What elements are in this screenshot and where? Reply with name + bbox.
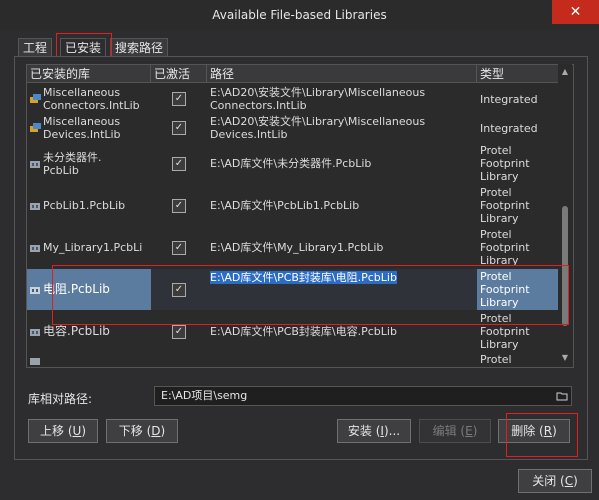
library-type: Protel Footprint Library — [480, 144, 530, 183]
install-button[interactable]: 安装 (I)... — [337, 419, 411, 443]
pcb-lib-icon — [30, 286, 40, 294]
library-table: 已安装的库 已激活 路径 类型 Miscellaneous Connectors… — [26, 64, 574, 368]
title-bar: Available File-based Libraries ✕ — [0, 0, 599, 30]
pcb-lib-icon — [30, 328, 40, 336]
library-path: E:\AD20\安装文件\Library\Miscellaneous Conne… — [210, 86, 426, 112]
library-type: Protel Footprint Library — [480, 270, 530, 309]
pcb-lib-icon — [30, 244, 40, 252]
move-down-button[interactable]: 下移 (D) — [106, 419, 178, 443]
library-type: Protel Footprint Library — [480, 186, 530, 225]
pcb-lib-icon — [30, 358, 40, 365]
library-name: 电容.PcbLib — [43, 324, 110, 338]
close-button[interactable]: 关闭 (C) — [518, 469, 592, 493]
active-checkbox[interactable]: ✓ — [172, 240, 186, 255]
active-checkbox[interactable]: ✓ — [172, 198, 186, 213]
browse-folder-icon[interactable] — [556, 390, 568, 402]
scroll-up-arrow-icon[interactable]: ▲ — [558, 66, 572, 78]
library-path: E:\AD库文件\PcbLib1.PcbLib — [210, 199, 360, 212]
pcb-lib-icon — [30, 202, 40, 210]
active-checkbox[interactable]: ✓ — [172, 282, 186, 297]
table-row[interactable]: My_Library1.PcbLi ✓ E:\AD库文件\My_Library1… — [27, 227, 559, 268]
library-path: E:\AD20\安装文件\Library\Miscellaneous Devic… — [210, 115, 426, 141]
active-checkbox[interactable]: ✓ — [172, 156, 186, 171]
integrated-lib-icon — [30, 94, 41, 103]
library-path[interactable]: E:\AD库文件\PCB封装库\电阻.PcbLib — [210, 271, 397, 284]
integrated-lib-icon — [30, 123, 41, 132]
table-row[interactable]: 电容.PcbLib ✓ E:\AD库文件\PCB封装库\电容.PcbLib Pr… — [27, 311, 559, 352]
table-row[interactable]: 未分类器件. PcbLib ✓ E:\AD库文件\未分类器件.PcbLib Pr… — [27, 143, 559, 184]
column-header-type[interactable]: 类型 — [477, 65, 559, 83]
column-header-active[interactable]: 已激活 — [151, 65, 207, 83]
column-header-installed[interactable]: 已安装的库 — [27, 65, 151, 83]
library-path: E:\AD库文件\My_Library1.PcbLib — [210, 241, 384, 254]
library-type: Protel Footprint Library — [480, 312, 530, 351]
close-window-button[interactable]: ✕ — [552, 0, 599, 24]
library-name: Miscellaneous Devices.IntLib — [43, 115, 121, 141]
table-scrollbar[interactable]: ▲ ▼ — [558, 64, 572, 366]
active-checkbox[interactable]: ✓ — [172, 121, 186, 135]
edit-button: 编辑 (E) — [419, 419, 491, 443]
library-path: E:\AD库文件\未分类器件.PcbLib — [210, 157, 372, 170]
pcb-lib-icon — [30, 160, 40, 168]
relative-path-value: E:\AD项目\semg — [161, 389, 248, 402]
library-type: Protel — [480, 353, 512, 366]
table-row[interactable]: Miscellaneous Connectors.IntLib ✓ E:\AD2… — [27, 85, 559, 113]
table-row-selected[interactable]: 电阻.PcbLib ✓ E:\AD库文件\PCB封装库\电阻.PcbLib Pr… — [27, 269, 559, 310]
relative-path-label: 库相对路径: — [28, 392, 93, 406]
table-row[interactable]: PcbLib1.PcbLib ✓ E:\AD库文件\PcbLib1.PcbLib… — [27, 185, 559, 226]
scroll-down-arrow-icon[interactable]: ▼ — [558, 352, 572, 364]
library-name: Miscellaneous Connectors.IntLib — [43, 86, 140, 112]
scrollbar-thumb[interactable] — [562, 206, 568, 326]
window-title: Available File-based Libraries — [212, 8, 387, 22]
table-row[interactable]: Miscellaneous Devices.IntLib ✓ E:\AD20\安… — [27, 114, 559, 142]
library-type: Protel Footprint Library — [480, 228, 530, 267]
library-name: My_Library1.PcbLi — [43, 241, 143, 254]
move-up-button[interactable]: 上移 (U) — [28, 419, 98, 443]
library-name: PcbLib1.PcbLib — [43, 199, 126, 212]
library-type: Integrated — [480, 121, 538, 135]
relative-path-field[interactable]: E:\AD项目\semg — [154, 386, 572, 406]
library-name: 电阻.PcbLib — [43, 282, 110, 296]
remove-button[interactable]: 删除 (R) — [498, 419, 570, 443]
library-type: Integrated — [480, 92, 538, 106]
active-checkbox[interactable]: ✓ — [172, 92, 186, 106]
library-name: 未分类器件. PcbLib — [43, 150, 102, 177]
table-row-partial[interactable]: Protel — [27, 353, 559, 367]
active-checkbox[interactable]: ✓ — [172, 324, 186, 339]
library-path: E:\AD库文件\PCB封装库\电容.PcbLib — [210, 325, 397, 338]
column-header-path[interactable]: 路径 — [207, 65, 477, 83]
